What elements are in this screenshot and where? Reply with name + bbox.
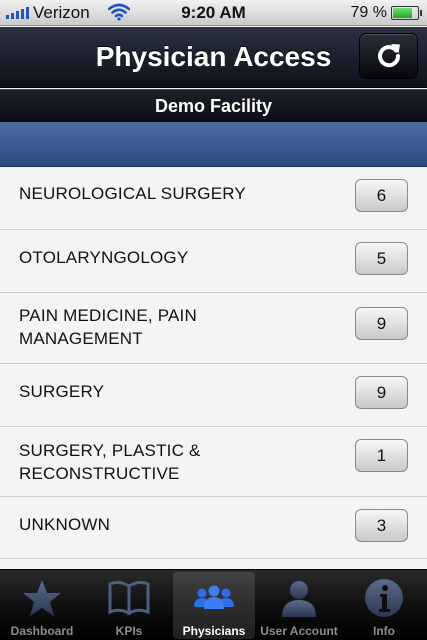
specialty-label: SURGERY, PLASTIC & RECONSTRUCTIVE xyxy=(19,441,201,483)
count-badge: 5 xyxy=(355,242,408,275)
specialty-list: NEUROLOGICAL SURGERY 6 OTOLARYNGOLOGY 5 … xyxy=(0,167,427,569)
count-badge: 9 xyxy=(355,376,408,409)
refresh-button[interactable] xyxy=(359,33,418,79)
battery-icon xyxy=(391,6,422,20)
list-item[interactable]: PAIN MEDICINE, PAIN MANAGEMENT 9 xyxy=(0,293,427,364)
list-item[interactable]: OTOLARYNGOLOGY 5 xyxy=(0,230,427,293)
tab-dashboard[interactable]: Dashboard xyxy=(1,572,83,639)
count-badge: 9 xyxy=(355,307,408,340)
specialty-label: OTOLARYNGOLOGY xyxy=(19,248,189,267)
list-item[interactable]: SURGERY 9 xyxy=(0,364,427,427)
count-badge: 6 xyxy=(355,179,408,212)
section-header-band xyxy=(0,122,427,167)
tab-info[interactable]: Info xyxy=(343,572,425,639)
tab-label: Info xyxy=(373,624,395,638)
tab-user-account[interactable]: User Account xyxy=(258,572,340,639)
book-icon xyxy=(108,580,150,616)
specialty-label: UNKNOWN xyxy=(19,515,111,534)
list-item[interactable]: UNKNOWN 3 xyxy=(0,497,427,559)
specialty-label: NEUROLOGICAL SURGERY xyxy=(19,184,246,203)
specialty-label: SURGERY xyxy=(19,382,105,401)
count-badge: 1 xyxy=(355,439,408,472)
status-bar: Verizon 9:20 AM 79 % xyxy=(0,0,427,26)
list-item[interactable]: NEUROLOGICAL SURGERY 6 xyxy=(0,167,427,230)
battery-percent: 79 % xyxy=(350,4,387,21)
facility-name: Demo Facility xyxy=(0,89,427,122)
list-item[interactable]: SURGERY, PLASTIC & RECONSTRUCTIVE 1 xyxy=(0,427,427,497)
navigation-bar: Physician Access xyxy=(0,27,427,88)
tab-kpis[interactable]: KPIs xyxy=(88,572,170,639)
count-badge: 3 xyxy=(355,509,408,542)
info-icon xyxy=(365,579,403,617)
refresh-icon xyxy=(377,44,400,68)
tab-physicians[interactable]: Physicians xyxy=(173,572,255,639)
tab-bar: Dashboard KPIs Physicians User Account I… xyxy=(0,569,427,640)
battery-fill xyxy=(393,8,412,18)
star-icon xyxy=(23,580,61,616)
person-icon xyxy=(282,581,316,617)
specialty-label: PAIN MEDICINE, PAIN MANAGEMENT xyxy=(19,306,197,348)
people-icon xyxy=(194,585,234,609)
